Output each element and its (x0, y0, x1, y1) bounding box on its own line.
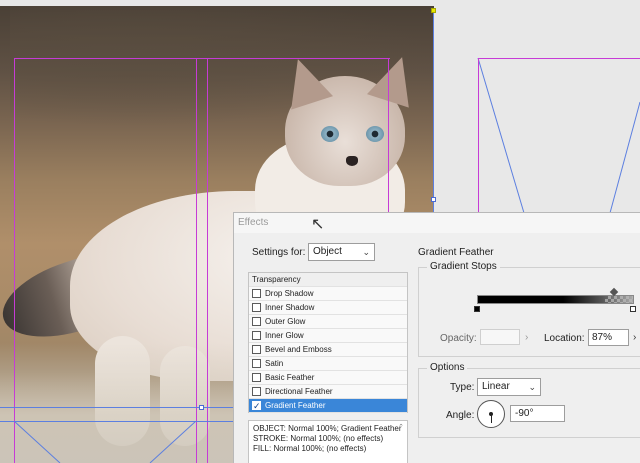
effect-label: Outer Glow (265, 317, 306, 326)
settings-for-label: Settings for: (252, 247, 306, 258)
list-item-outer-glow[interactable]: Outer Glow (249, 315, 407, 329)
margin-guide-top (14, 58, 390, 59)
cat-nose (346, 156, 358, 166)
margin-guide-left (14, 58, 15, 463)
effect-label: Gradient Feather (265, 401, 326, 410)
location-field[interactable]: 87% (588, 329, 629, 346)
effects-list: Transparency Drop Shadow Inner Shadow Ou… (248, 272, 408, 413)
angle-field[interactable]: -90° (510, 405, 565, 422)
summary-line-object: OBJECT: Normal 100%; Gradient Feather (253, 424, 402, 433)
checkbox[interactable] (252, 303, 261, 312)
checkbox[interactable] (252, 317, 261, 326)
cat-eye-left (321, 126, 339, 142)
margin-guide-right (388, 58, 389, 213)
gradient-stops-label: Gradient Stops (427, 261, 500, 272)
gradient-ramp[interactable] (477, 295, 634, 304)
cat-eye-right (366, 126, 384, 142)
list-item-basic-feather[interactable]: Basic Feather (249, 371, 407, 385)
type-label: Type: (450, 382, 475, 393)
gradient-stop-start[interactable] (474, 306, 480, 312)
list-item-drop-shadow[interactable]: Drop Shadow (249, 287, 407, 301)
section-title: Gradient Feather (418, 247, 494, 258)
summary-line-stroke: STROKE: Normal 100%; (no effects) (253, 434, 384, 443)
options-label: Options (427, 362, 468, 373)
checkbox[interactable] (252, 289, 261, 298)
effects-dialog: Effects Settings for: Object ⌄ Transpare… (233, 212, 640, 463)
chevron-down-icon: ⌄ (362, 247, 370, 257)
checkbox-checked[interactable] (252, 399, 261, 413)
angle-dial[interactable] (477, 400, 505, 428)
location-value: 87% (592, 332, 613, 343)
effect-label: Directional Feather (265, 387, 333, 396)
effect-label: Basic Feather (265, 373, 315, 382)
opacity-field[interactable] (480, 329, 520, 345)
list-item-satin[interactable]: Satin (249, 357, 407, 371)
dialog-title: Effects (238, 217, 269, 228)
angle-label: Angle: (446, 410, 475, 421)
checkbox[interactable] (252, 387, 261, 396)
frame-handle-bottom-mid[interactable] (199, 405, 204, 410)
list-item-directional-feather[interactable]: Directional Feather (249, 385, 407, 399)
checkbox[interactable] (252, 345, 261, 354)
angle-value: -90° (515, 408, 534, 419)
summary-line-fill: FILL: Normal 100%; (no effects) (253, 444, 367, 453)
type-select[interactable]: Linear ⌄ (477, 378, 541, 396)
list-item-bevel-emboss[interactable]: Bevel and Emboss (249, 343, 407, 357)
checkbox[interactable] (252, 331, 261, 340)
opacity-arrow-icon[interactable]: › (525, 332, 528, 343)
margin-guide-left-page2 (478, 58, 479, 212)
effect-label: Bevel and Emboss (265, 345, 332, 354)
checkbox[interactable] (252, 359, 261, 368)
column-guide-1 (196, 58, 197, 463)
location-label: Location: (544, 333, 585, 344)
frame-edge-right (433, 8, 434, 212)
effect-label: Inner Glow (265, 331, 304, 340)
mouse-pointer-icon: ↖ (311, 216, 325, 233)
checkbox[interactable] (252, 373, 261, 382)
list-item-inner-glow[interactable]: Inner Glow (249, 329, 407, 343)
gradient-stop-end[interactable] (630, 306, 636, 312)
effect-label: Drop Shadow (265, 289, 314, 298)
chevron-down-icon: ⌄ (528, 382, 536, 392)
effects-header-label: Transparency (252, 275, 301, 284)
list-item-transparency[interactable]: Transparency (249, 273, 407, 287)
settings-for-value: Object (313, 246, 342, 257)
list-item-inner-shadow[interactable]: Inner Shadow (249, 301, 407, 315)
opacity-label: Opacity: (440, 333, 477, 344)
dialog-title-bar[interactable]: Effects (234, 213, 640, 233)
frame-handle-top-right[interactable] (431, 8, 436, 13)
scroll-up-icon[interactable]: ⌃ (397, 423, 405, 433)
list-item-gradient-feather[interactable]: Gradient Feather (249, 399, 407, 413)
settings-for-select[interactable]: Object ⌄ (308, 243, 375, 261)
location-arrow-icon[interactable]: › (633, 332, 636, 343)
column-guide-2 (207, 58, 208, 463)
effect-label: Inner Shadow (265, 303, 315, 312)
lower-frame-diagonals (13, 421, 197, 463)
effects-summary: OBJECT: Normal 100%; Gradient Feather ST… (248, 420, 408, 463)
type-value: Linear (482, 381, 510, 392)
margin-guide-top-page2 (478, 58, 640, 59)
effect-label: Satin (265, 359, 284, 368)
frame-handle-mid-right[interactable] (431, 197, 436, 202)
